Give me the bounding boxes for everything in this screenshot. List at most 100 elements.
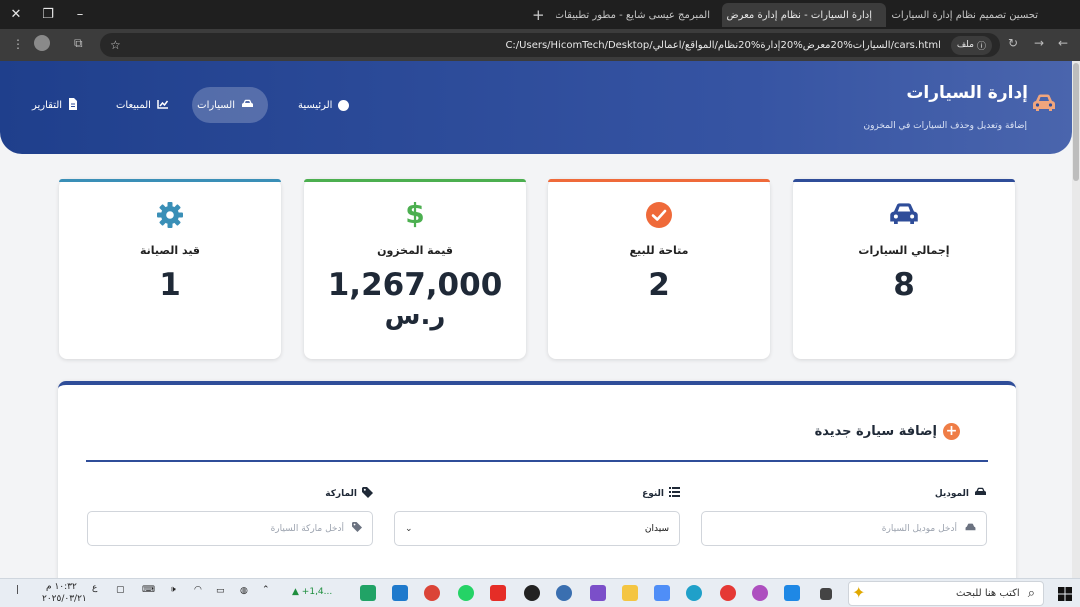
nav-sales-label: المبيعات [116,99,151,111]
notification-icon[interactable]: ▢ [116,585,125,595]
stock-widget[interactable]: ▲ +1,4... [292,587,332,597]
model-placeholder: أدخل موديل السيارة [881,523,957,534]
dollar-icon: $ [405,197,425,230]
edge-icon[interactable] [686,585,702,601]
back-icon[interactable]: ← [1058,36,1068,50]
model-label: الموديل [935,487,987,500]
app-header: إدارة السيارات إضافة وتعديل وحذف السيارا… [0,61,1072,154]
tab-author[interactable]: المبرمج عيسى شايع - مطور تطبيقات ✕ [556,3,724,27]
search-placeholder: اكتب هنا للبحث [955,588,1020,599]
show-desktop-button[interactable]: | [16,585,19,595]
nav-home-label: الرئيسية [298,99,333,111]
stat-card-available: متاحة للبيع 2 [548,179,770,359]
tab-title: إدارة السيارات - نظام إدارة معرض [726,9,872,21]
copilot-icon[interactable]: ✦ [852,583,865,602]
chevron-down-icon: ⌄ [405,523,413,534]
app-icon[interactable] [556,585,572,601]
stat-card-inventory-value: $ قيمة المخزون 1,267,000 ر.س [304,179,526,359]
plus-icon: + [943,423,960,440]
brand-label-text: الماركة [325,489,357,499]
opera-icon[interactable] [720,585,736,601]
profile-icon[interactable] [34,35,50,51]
file-explorer-icon[interactable] [622,585,638,601]
stat-card-total: إجمالي السيارات 8 [793,179,1015,359]
model-label-text: الموديل [934,488,969,499]
gauge-icon [338,99,350,111]
restore-window-button[interactable]: ❐ [32,0,64,29]
stat-label: إجمالي السيارات [858,244,950,257]
form-title: + إضافة سيارة جديدة [815,423,960,440]
nav-cars[interactable]: السيارات [192,87,268,123]
tab-design[interactable]: تحسين تصميم نظام إدارة السيارات ✕ [888,3,1052,27]
url-text: C:/Users/HicomTech/Desktop/السيارات%20مع… [505,39,941,51]
volume-icon[interactable]: 🕩 [170,585,176,595]
browser-toolbar: ⋮ ⧉ ⓘ ملف C:/Users/HicomTech/Desktop/السي… [0,29,1080,61]
form-title-text: إضافة سيارة جديدة [814,424,937,439]
card-accent [304,179,526,182]
stat-label: قيمة المخزون [377,244,453,257]
battery-icon: ▭ [216,586,225,596]
chrome-icon[interactable] [424,585,440,601]
nav-reports-label: التقارير [32,99,63,111]
close-window-button[interactable]: ✕ [0,0,32,29]
clock-date[interactable]: ٢٠٢٥/٠٣/٢١ [42,594,87,604]
gear-icon [59,201,281,229]
youtube-icon[interactable] [490,585,506,601]
clock-time[interactable]: ١٠:٣٢ م [46,582,77,592]
windows-start-icon[interactable] [1058,586,1072,601]
visual-studio-icon[interactable] [590,585,606,601]
wifi-icon[interactable]: ◠ [194,585,202,595]
app-icon[interactable] [752,585,768,601]
brand-label: الماركة [325,487,373,501]
stat-value: 2 [648,267,670,303]
list-icon [669,487,680,500]
minimize-window-button[interactable]: – [64,0,96,29]
type-select[interactable]: سيدان ⌄ [394,511,680,546]
address-bar[interactable]: ⓘ ملف C:/Users/HicomTech/Desktop/السيارات… [100,33,1000,57]
extensions-icon[interactable]: ⧉ [74,36,83,51]
search-icon: ⌕ [1027,586,1035,601]
chart-line-icon [157,99,169,112]
taskbar-search[interactable]: ⌕ اكتب هنا للبحث [848,581,1044,606]
type-selected-value: سيدان [644,523,669,534]
type-label-text: النوع [642,488,664,499]
menu-icon[interactable]: ⋮ [12,37,24,51]
stat-unit: ر.س [384,301,446,331]
car-icon [965,523,976,535]
tag-icon [362,487,373,501]
forward-icon[interactable]: → [1034,36,1044,50]
stat-value: 8 [893,267,915,303]
task-view-icon[interactable] [820,588,832,600]
nav-home[interactable]: الرئيسية [284,87,363,123]
car-icon [974,487,987,500]
vscode-icon[interactable] [392,585,408,601]
mail-icon[interactable] [784,585,800,601]
store-icon[interactable] [654,585,670,601]
language-indicator[interactable]: ع [92,583,97,593]
tray-chevron-icon[interactable]: ⌃ [262,585,270,595]
app-tray-icon[interactable]: ◍ [240,586,248,596]
model-input[interactable]: أدخل موديل السيارة [701,511,987,546]
reload-icon[interactable]: ↻ [1008,36,1018,50]
whatsapp-icon[interactable] [458,585,474,601]
page-subtitle: إضافة وتعديل وحذف السيارات في المخزون [863,121,1027,131]
nav-reports[interactable]: التقارير [18,87,92,123]
stat-label: متاحة للبيع [629,244,689,257]
nav-sales[interactable]: المبيعات [102,87,183,123]
scrollbar-thumb[interactable] [1073,63,1079,181]
brand-input[interactable]: أدخل ماركة السيارة [87,511,373,546]
tab-cars[interactable]: إدارة السيارات - نظام إدارة معرض ✕ [722,3,886,27]
github-icon[interactable] [524,585,540,601]
page-scrollbar[interactable] [1072,61,1080,578]
check-circle-icon [548,201,770,229]
bookmark-star-icon[interactable]: ☆ [110,38,121,52]
vscode-insiders-icon[interactable] [360,585,376,601]
car-icon [793,201,1015,227]
keyboard-icon[interactable]: ⌨ [142,585,155,595]
file-badge-label: ملف [956,40,974,50]
file-badge: ⓘ ملف [950,35,992,55]
info-icon: ⓘ [976,41,986,52]
type-label: النوع [642,487,680,500]
tab-title: تحسين تصميم نظام إدارة السيارات [891,9,1038,21]
new-tab-button[interactable]: + [532,6,545,24]
